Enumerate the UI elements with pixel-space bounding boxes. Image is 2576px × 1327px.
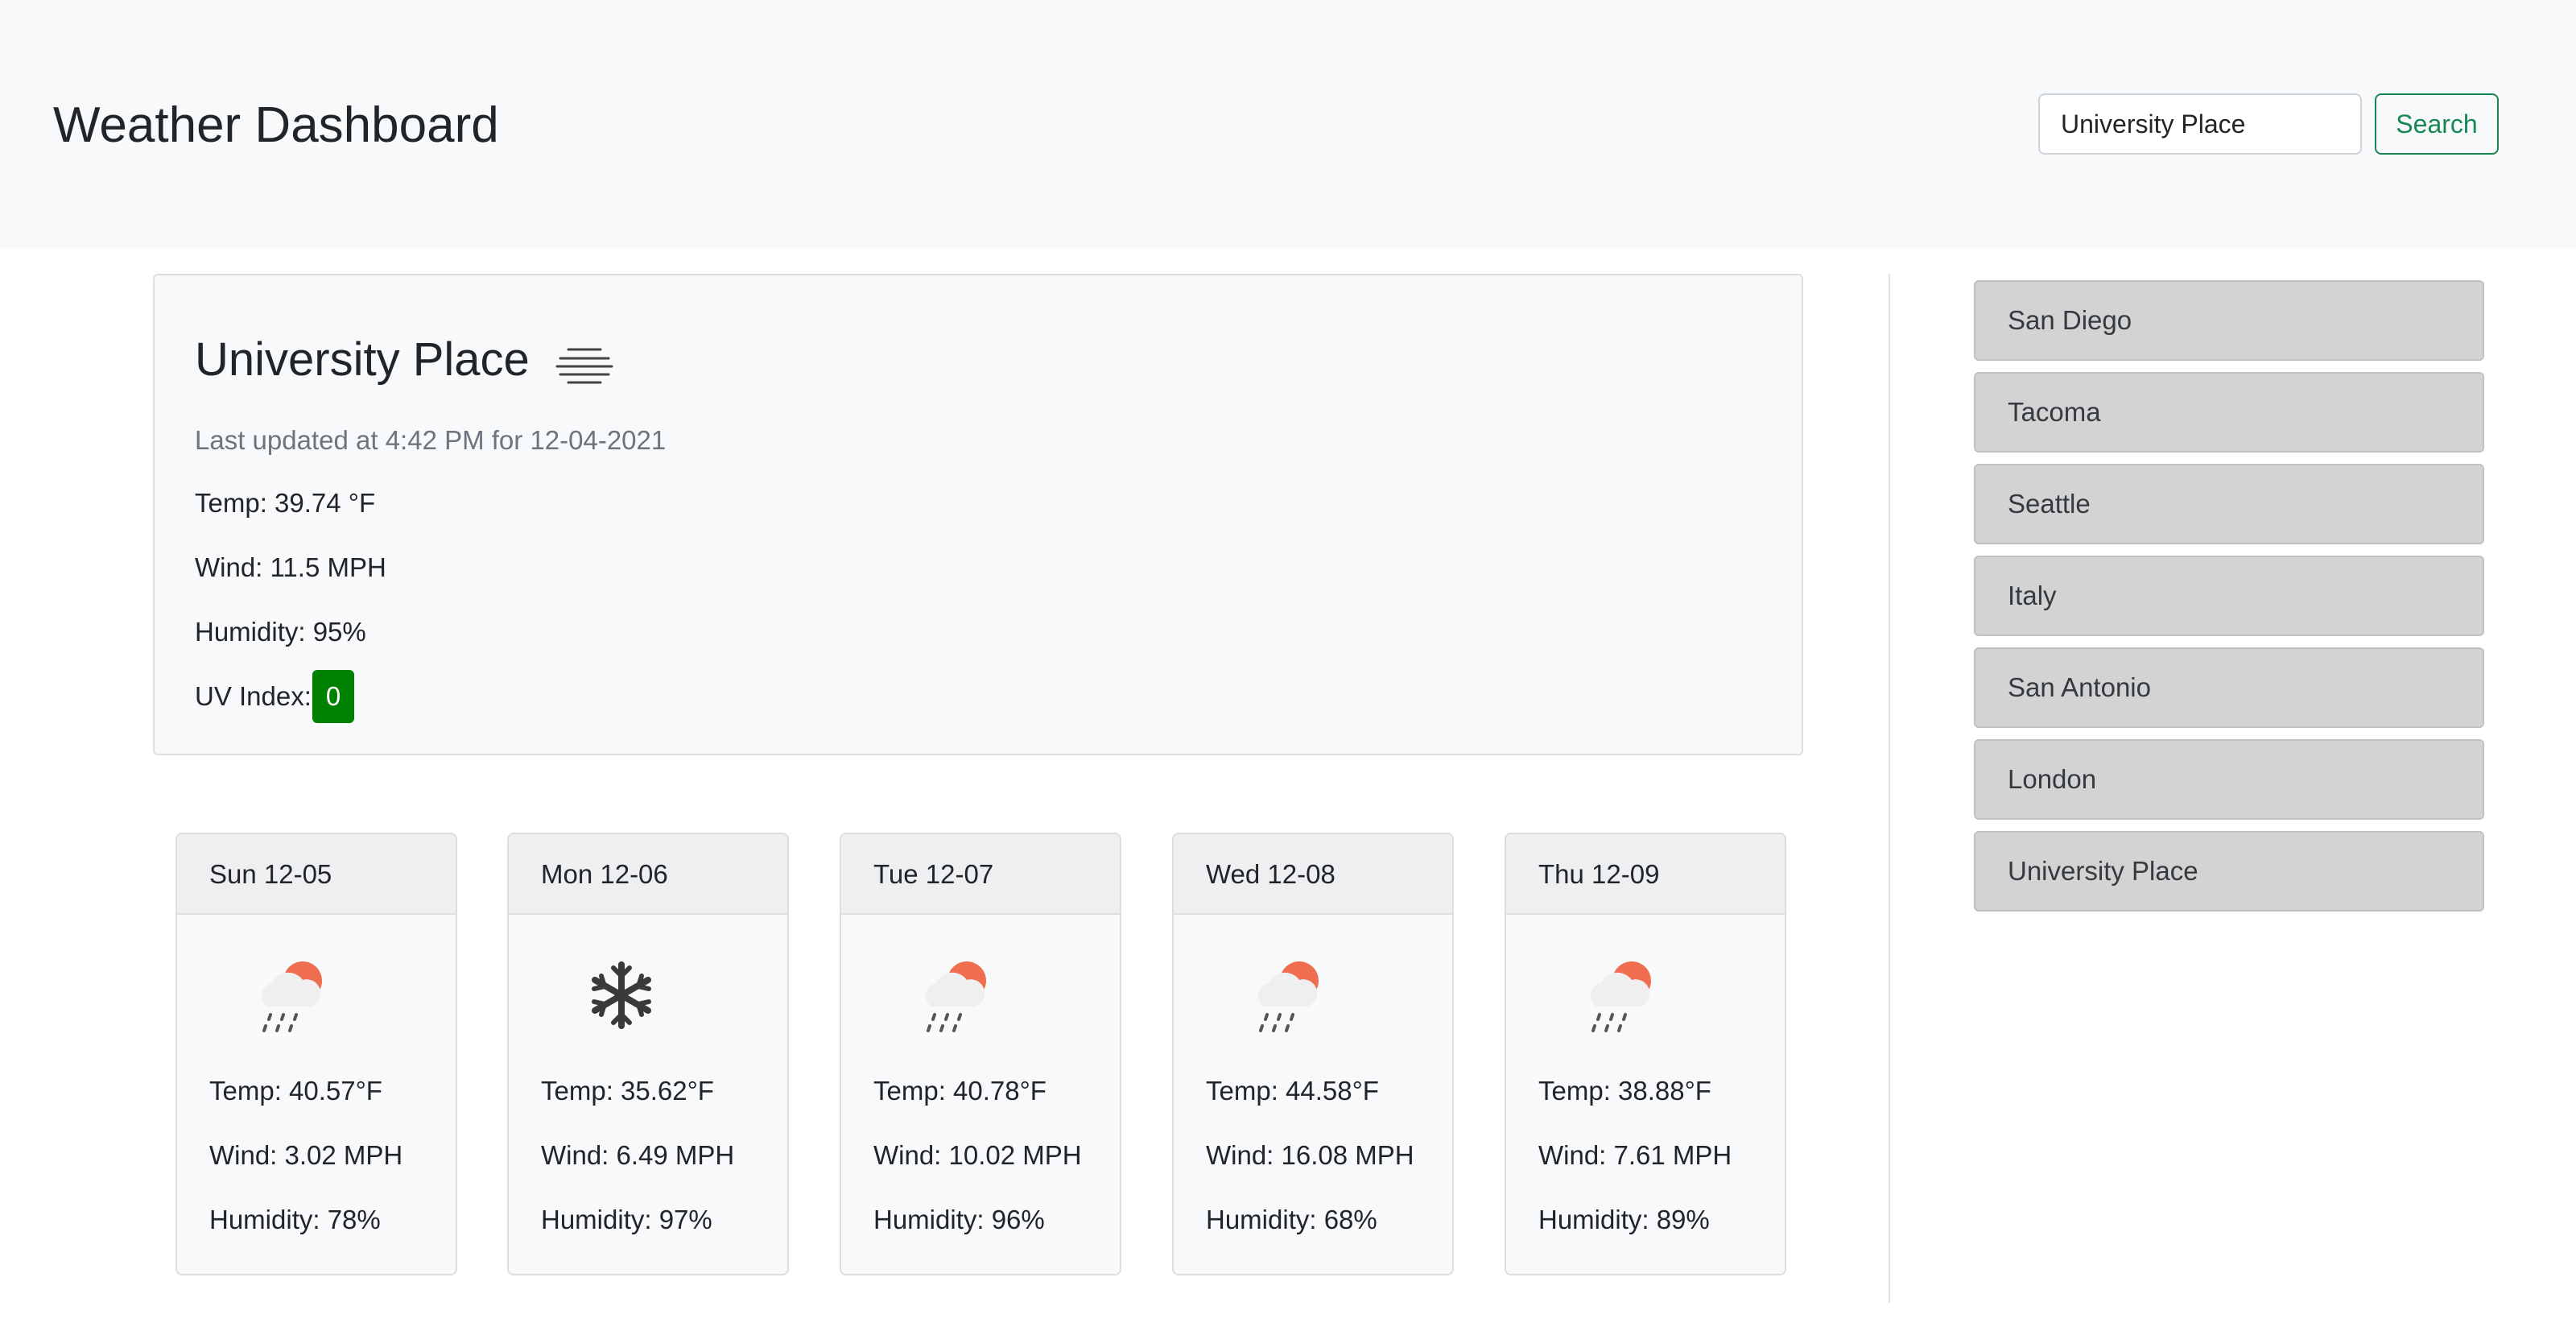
forecast-card: Tue 12-07 Temp: 40.78°F Wind: 10.02 MPH …: [840, 833, 1121, 1275]
forecast-humidity: Humidity: 97%: [541, 1205, 712, 1234]
mist-icon: [555, 348, 613, 384]
forecast-temp: Temp: 40.78°F: [873, 1076, 1046, 1106]
forecast-date: Wed 12-08: [1174, 834, 1452, 915]
forecast-humidity: Humidity: 78%: [209, 1205, 381, 1234]
column-divider: [1889, 274, 1890, 1303]
forecast-temp: Temp: 44.58°F: [1206, 1076, 1379, 1106]
forecast-wind: Wind: 6.49 MPH: [541, 1140, 735, 1170]
uv-index-label: UV Index:: [195, 681, 312, 711]
forecast-humidity: Humidity: 96%: [873, 1205, 1045, 1234]
rain-sun-icon: [1257, 961, 1319, 1032]
forecast-card: Wed 12-08 Temp: 44.58°F Wind: 16.08 MPH …: [1172, 833, 1454, 1275]
current-weather-card: University Place Last updated at 4:42 PM…: [153, 274, 1803, 755]
forecast-wind: Wind: 16.08 MPH: [1206, 1140, 1414, 1170]
forecast-humidity: Humidity: 89%: [1538, 1205, 1710, 1234]
forecast-wind: Wind: 3.02 MPH: [209, 1140, 403, 1170]
rain-sun-icon: [1590, 961, 1651, 1032]
history-item-italy[interactable]: Italy: [1974, 556, 2484, 636]
rain-sun-icon: [261, 961, 322, 1032]
forecast-card: Thu 12-09 Temp: 38.88°F Wind: 7.61 MPH H…: [1505, 833, 1786, 1275]
forecast-date: Sun 12-05: [177, 834, 456, 915]
uv-index-badge: 0: [312, 670, 354, 723]
rain-sun-icon: [925, 961, 986, 1032]
search-button[interactable]: Search: [2375, 93, 2499, 155]
history-item-san-diego[interactable]: San Diego: [1974, 280, 2484, 361]
history-item-tacoma[interactable]: Tacoma: [1974, 372, 2484, 453]
forecast-temp: Temp: 38.88°F: [1538, 1076, 1711, 1106]
snowflake-icon: [592, 961, 651, 1029]
forecast-card: Mon 12-06 Temp: 35.62°F Wind: 6.49 MPH H…: [507, 833, 789, 1275]
forecast-humidity: Humidity: 68%: [1206, 1205, 1377, 1234]
history-item-seattle[interactable]: Seattle: [1974, 464, 2484, 544]
current-humidity: Humidity: 95%: [195, 617, 366, 647]
forecast-temp: Temp: 40.57°F: [209, 1076, 382, 1106]
page-title: Weather Dashboard: [53, 97, 499, 153]
history-item-san-antonio[interactable]: San Antonio: [1974, 647, 2484, 728]
current-wind: Wind: 11.5 MPH: [195, 552, 386, 582]
forecast-card: Sun 12-05 Temp: 40.57°F Wind: 3.02 MPH H…: [175, 833, 457, 1275]
history-item-london[interactable]: London: [1974, 739, 2484, 820]
forecast-temp: Temp: 35.62°F: [541, 1076, 714, 1106]
search-input[interactable]: [2038, 93, 2362, 155]
forecast-wind: Wind: 7.61 MPH: [1538, 1140, 1732, 1170]
city-name: University Place: [195, 333, 530, 386]
last-updated-text: Last updated at 4:42 PM for 12-04-2021: [195, 425, 667, 455]
forecast-date: Mon 12-06: [509, 834, 787, 915]
forecast-wind: Wind: 10.02 MPH: [873, 1140, 1082, 1170]
forecast-date: Tue 12-07: [841, 834, 1120, 915]
history-item-university-place[interactable]: University Place: [1974, 831, 2484, 912]
current-temp: Temp: 39.74 °F: [195, 488, 376, 518]
navbar: Weather Dashboard Search: [0, 0, 2576, 248]
forecast-date: Thu 12-09: [1506, 834, 1785, 915]
